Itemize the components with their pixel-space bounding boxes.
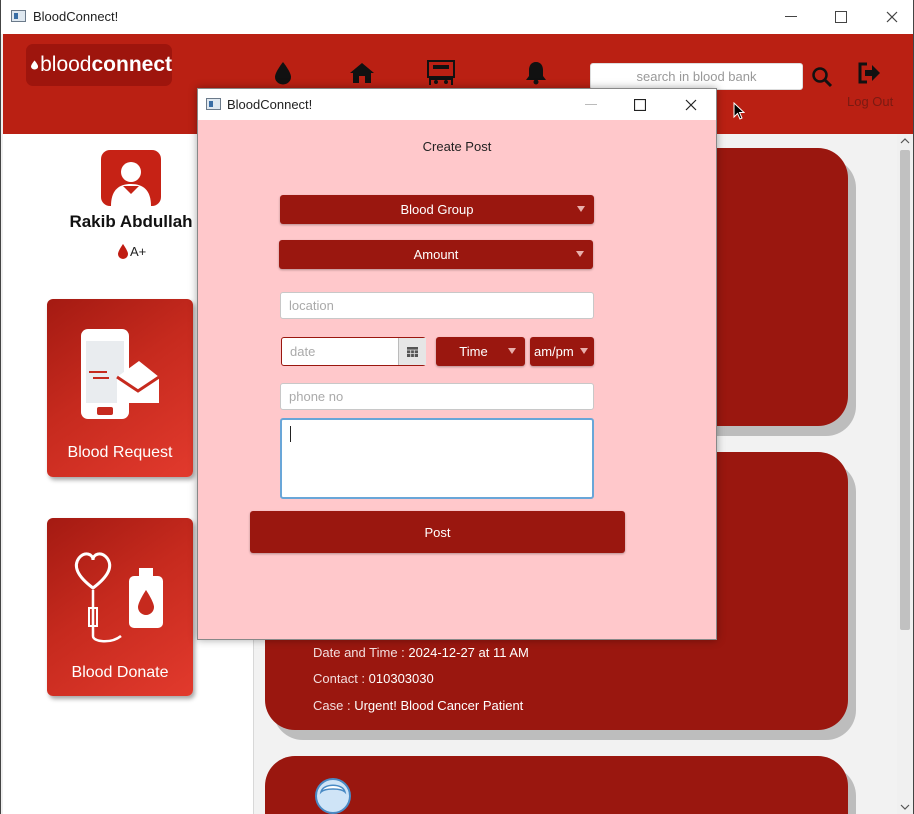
post-case-label: Case : (313, 698, 351, 713)
amount-select[interactable]: Amount (279, 240, 593, 269)
window-title: BloodConnect! (33, 9, 119, 24)
chevron-down-icon (576, 251, 584, 257)
calendar-icon[interactable] (398, 338, 426, 365)
scroll-up-icon[interactable] (900, 137, 910, 145)
post-button[interactable]: Post (250, 511, 625, 553)
blood-donate-label: Blood Donate (71, 664, 169, 681)
blood-request-card[interactable]: Blood Request (47, 299, 193, 477)
profile-name: Rakib Abdullah (69, 212, 193, 231)
ampm-select-label: am/pm (534, 344, 574, 359)
logout-icon[interactable] (858, 62, 882, 84)
blood-group-select[interactable]: Blood Group (280, 195, 594, 224)
blood-group-value: A+ (130, 244, 147, 259)
user-avatar-icon[interactable] (101, 150, 161, 206)
dialog-heading: Create Post (422, 139, 492, 154)
bell-icon[interactable] (522, 60, 550, 86)
logo-text-connect: connect (91, 53, 172, 76)
blood-drop-icon (118, 244, 128, 259)
search-input[interactable]: search in blood bank (590, 63, 803, 90)
minimize-button[interactable] (768, 0, 814, 34)
time-select-label: Time (459, 344, 488, 359)
profile-blood-group: A+ (118, 244, 146, 259)
date-input[interactable]: date (290, 344, 315, 359)
post-date-time-label: Date and Time : (313, 645, 405, 660)
chevron-down-icon (508, 348, 516, 354)
scrollbar-thumb[interactable] (900, 150, 910, 630)
description-textarea[interactable] (280, 418, 594, 499)
search-icon[interactable] (811, 66, 833, 88)
text-caret (290, 426, 291, 442)
post-contact: Contact : 010303030 (313, 671, 434, 686)
post-date-time-value: 2024-12-27 at 11 AM (408, 645, 529, 660)
hospital-icon[interactable] (427, 60, 455, 86)
post-case-value: Urgent! Blood Cancer Patient (354, 698, 524, 713)
post-case: Case : Urgent! Blood Cancer Patient (313, 698, 523, 713)
logo-text-blood: blood (40, 53, 92, 76)
chevron-down-icon (580, 348, 588, 354)
post-contact-value: 010303030 (368, 671, 434, 686)
blood-drop-icon (31, 60, 39, 70)
scroll-down-icon[interactable] (900, 803, 910, 811)
amount-select-label: Amount (413, 247, 459, 262)
dialog-maximize-button[interactable] (617, 89, 663, 120)
close-button[interactable] (869, 0, 913, 34)
phone-mail-icon (81, 329, 160, 419)
maximize-button[interactable] (818, 0, 864, 34)
chevron-down-icon (577, 206, 585, 212)
user-avatar-icon (315, 778, 351, 814)
post-card[interactable] (265, 756, 848, 814)
blood-group-select-label: Blood Group (400, 202, 474, 217)
location-input[interactable]: location (280, 292, 594, 319)
blood-request-label: Blood Request (67, 444, 173, 461)
dialog-minimize-button[interactable] (568, 89, 614, 120)
home-icon[interactable] (348, 60, 376, 86)
blood-drop-nav-icon[interactable] (269, 60, 297, 86)
dialog-window-title: BloodConnect! (227, 97, 313, 112)
blood-bag-icon (74, 552, 163, 643)
post-contact-label: Contact : (313, 671, 366, 686)
dialog-title-bar: BloodConnect! (198, 89, 716, 120)
logout-label[interactable]: Log Out (847, 94, 893, 109)
phone-input[interactable]: phone no (280, 383, 594, 410)
app-window-icon (206, 98, 221, 110)
post-date-time: Date and Time : 2024-12-27 at 11 AM (313, 645, 529, 660)
ampm-select[interactable]: am/pm (530, 337, 594, 366)
dialog-close-button[interactable] (668, 89, 714, 120)
logo[interactable]: blood connect (26, 44, 172, 86)
app-window-icon (11, 10, 26, 22)
time-select[interactable]: Time (436, 337, 525, 366)
mouse-cursor-icon (733, 102, 745, 120)
title-bar: BloodConnect! (1, 0, 913, 34)
blood-donate-card[interactable]: Blood Donate (47, 518, 193, 696)
create-post-dialog: BloodConnect! Create Post Blood Group Am… (197, 88, 717, 640)
